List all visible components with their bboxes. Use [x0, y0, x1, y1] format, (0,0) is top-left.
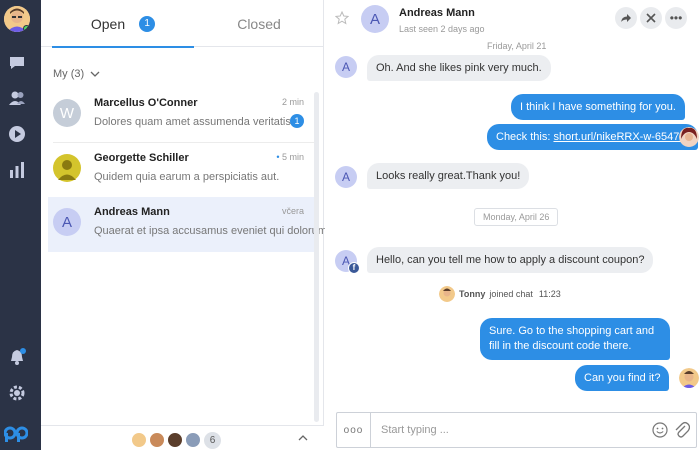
tab-bar: Open 1 Closed [41, 0, 324, 48]
message-outgoing: Sure. Go to the shopping cart and fill i… [480, 318, 670, 360]
attachment-icon[interactable] [674, 421, 690, 439]
system-message: Tonny joined chat 11:23 [439, 286, 561, 302]
conversation-item-georgette[interactable]: Georgette Schiller Quidem quia earum a p… [48, 143, 314, 198]
contact-avatar: A [361, 5, 389, 33]
system-time: 11:23 [538, 289, 561, 299]
avatar: W [53, 99, 81, 127]
timestamp-value: 5 min [281, 152, 304, 162]
agent-avatar[interactable] [149, 432, 165, 448]
last-seen: Last seen 2 days ago [399, 24, 485, 34]
open-count-badge: 1 [139, 15, 156, 32]
message-composer: ooo [336, 412, 697, 448]
chevron-up-icon[interactable] [298, 434, 308, 441]
logo-icon[interactable] [4, 424, 28, 444]
ellipsis-icon: ••• [669, 11, 683, 25]
message-outgoing: Can you find it? [575, 365, 670, 391]
agent-avatar[interactable] [131, 432, 147, 448]
gear-icon[interactable] [7, 383, 27, 403]
reports-icon[interactable] [7, 160, 27, 180]
unread-badge: 1 [290, 114, 304, 128]
user-avatar[interactable] [4, 6, 30, 32]
message-incoming: Looks really great.Thank you! [367, 163, 530, 189]
nav-rail [0, 0, 41, 450]
chat-icon[interactable] [7, 53, 27, 73]
agent-name: Tonny [459, 289, 486, 299]
timestamp: • 5 min [276, 152, 304, 162]
close-icon [646, 13, 656, 23]
agent-avatar [679, 127, 699, 147]
conversation-item-andreas[interactable]: A Andreas Mann Quaerat et ipsa accusamus… [48, 197, 327, 252]
close-button[interactable] [640, 7, 662, 29]
system-text: joined chat [489, 289, 533, 299]
more-actions-button[interactable]: ooo [337, 413, 371, 447]
contact-name: Marcellus O'Conner [94, 97, 198, 109]
conversation-item-marcellus[interactable]: W Marcellus O'Conner Dolores quam amet a… [48, 88, 314, 143]
chat-header: A Andreas Mann Last seen 2 days ago ••• [325, 0, 700, 40]
tab-closed[interactable]: Closed [194, 0, 324, 47]
more-options-button[interactable]: ••• [665, 7, 687, 29]
message-preview: Quaerat et ipsa accusamus eveniet qui do… [94, 225, 327, 237]
emoji-icon[interactable] [652, 422, 668, 438]
agent-avatar [679, 368, 699, 388]
filter-dropdown[interactable]: My (3) [53, 68, 100, 80]
forward-icon [621, 14, 631, 22]
tab-open[interactable]: Open 1 [52, 0, 194, 48]
avatar: A [53, 208, 81, 236]
contact-name: Andreas Mann [399, 7, 475, 19]
chevron-down-icon [90, 71, 100, 77]
message-incoming: Oh. And she likes pink very much. [367, 55, 551, 81]
message-outgoing: I think I have something for you. [511, 94, 685, 120]
customer-avatar: A [335, 166, 357, 188]
avatar [53, 154, 81, 182]
star-icon[interactable] [335, 11, 349, 25]
list-scrollbar[interactable] [314, 92, 319, 422]
contacts-icon[interactable] [7, 88, 27, 108]
contact-name: Georgette Schiller [94, 152, 189, 164]
more-agents-count[interactable]: 6 [204, 432, 221, 449]
forward-button[interactable] [615, 7, 637, 29]
message-preview: Dolores quam amet assumenda veritatis [94, 116, 291, 128]
timestamp: 2 min [281, 97, 304, 107]
facebook-icon: f [348, 262, 360, 274]
play-icon[interactable] [7, 124, 27, 144]
agent-avatar[interactable] [185, 432, 201, 448]
message-preview: Quidem quia earum a perspiciatis aut. [94, 171, 280, 183]
customer-avatar: A [335, 56, 357, 78]
agent-avatar[interactable] [167, 432, 183, 448]
date-separator: Monday, April 26 [474, 208, 559, 226]
online-status-dot [23, 25, 30, 32]
agents-bar: 6 [41, 425, 324, 450]
message-outgoing: Check this: short.url/nikeRRX-w-6547-k [487, 124, 698, 150]
contact-name: Andreas Mann [94, 206, 170, 218]
message-input[interactable] [381, 422, 601, 438]
bell-icon[interactable] [7, 347, 27, 367]
message-link[interactable]: short.url/nikeRRX-w-6547-k [553, 131, 688, 143]
agent-avatar [439, 286, 455, 302]
tab-open-label: Open [90, 15, 126, 32]
filter-label: My (3) [53, 68, 85, 80]
message-incoming: Hello, can you tell me how to apply a di… [367, 247, 654, 273]
tab-closed-label: Closed [237, 15, 281, 32]
message-text: Check this: [496, 131, 554, 143]
timestamp: včera [281, 206, 304, 216]
date-separator: Friday, April 21 [487, 41, 547, 51]
